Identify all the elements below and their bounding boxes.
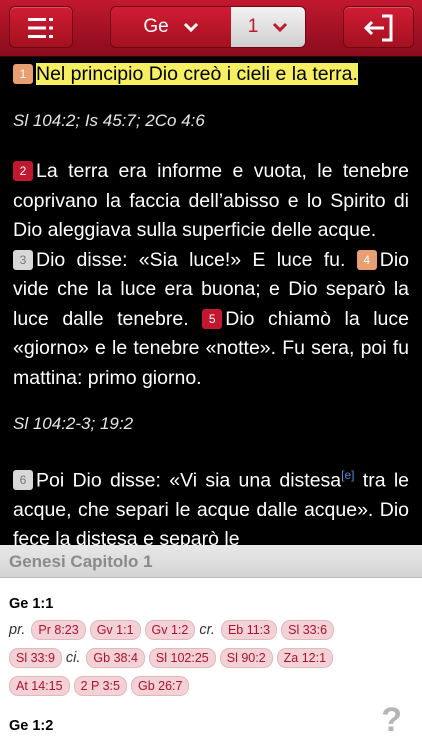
reference-chip[interactable]: Sl 33:6 [281, 620, 335, 640]
verse-1[interactable]: 1 Nel principio Dio creò i cieli e la ter… [13, 60, 409, 90]
cross-reference[interactable]: Sl 104:2-3; 19:2 [13, 409, 409, 439]
verse-text-highlighted: Nel principio Dio creò i cieli e la terr… [36, 63, 358, 85]
chapter-select[interactable]: 1 [231, 7, 305, 47]
verse-number[interactable]: 4 [356, 249, 377, 270]
top-toolbar: Ge 1 [0, 0, 422, 57]
book-select[interactable]: Ge [111, 7, 231, 47]
reference-chip[interactable]: Gv 1:1 [89, 620, 141, 640]
section-heading: Ge 1:1 [9, 596, 54, 612]
reference-chip[interactable]: Sl 102:25 [148, 648, 216, 668]
reference-chip[interactable]: Pr 8:23 [31, 620, 86, 640]
list-menu-icon [28, 18, 53, 38]
ref-type-label: cr. [199, 622, 215, 638]
footnote-link[interactable]: [e] [341, 468, 354, 482]
cross-reference[interactable]: Sl 104:2; Is 45:7; 2Co 4:6 [13, 106, 409, 136]
reference-chip[interactable]: 2 P 3:5 [73, 676, 127, 696]
verse-number[interactable]: 6 [13, 470, 33, 490]
verse-text: Poi Dio disse: «Vi sia una distesa [36, 469, 342, 491]
verse-text: La terra era informe e vuota, le tenebre… [13, 160, 409, 241]
cross-reference-panel: Genesi Capitolo 1 Ge 1:1 pr. Pr 8:23 Gv … [0, 545, 422, 750]
menu-button[interactable] [9, 6, 73, 48]
reference-row: pr. Pr 8:23 Gv 1:1 Gv 1:2 cr. Eb 11:3 Sl… [0, 616, 422, 644]
reference-chip[interactable]: Za 12:1 [276, 648, 334, 668]
bible-text[interactable]: 1 Nel principio Dio creò i cieli e la ter… [0, 57, 422, 545]
verse-number[interactable]: 3 [13, 249, 33, 270]
ref-type-label: ci. [65, 650, 81, 666]
verse-number[interactable]: 5 [202, 308, 223, 329]
verses-3-5[interactable]: 3 Dio disse: «Sia luce!» E luce fu. 4 Dio … [13, 246, 409, 394]
reference-chip[interactable]: Sl 90:2 [219, 648, 273, 668]
exit-icon [363, 14, 393, 42]
section-heading: Ge 1:2 [9, 718, 54, 734]
chevron-down-icon [273, 22, 288, 33]
chevron-down-icon [183, 22, 198, 33]
exit-button[interactable] [343, 6, 414, 48]
verse-6[interactable]: 6 Poi Dio disse: «Vi sia una distesa[e] t… [13, 461, 409, 545]
reference-chip[interactable]: Sl 33:9 [9, 648, 62, 668]
reference-chip[interactable]: Eb 11:3 [220, 620, 278, 640]
verse-text: Dio disse: «Sia luce!» E luce fu. [36, 248, 346, 271]
reference-chip[interactable]: Gb 26:7 [130, 676, 190, 696]
verse-number[interactable]: 2 [13, 161, 33, 181]
reference-row: At 14:15 2 P 3:5 Gb 26:7 [0, 672, 422, 700]
reference-row: Sl 33:9 ci. Gb 38:4 Sl 102:25 Sl 90:2 Za… [0, 644, 422, 672]
reference-chip[interactable]: Gv 1:2 [144, 620, 196, 640]
help-icon[interactable]: ? [381, 701, 402, 740]
ref-type-label: pr. [9, 622, 26, 638]
verse-number[interactable]: 1 [13, 64, 33, 84]
verse-2[interactable]: 2 La terra era informe e vuota, le tenebr… [13, 157, 409, 246]
reference-chip[interactable]: Gb 38:4 [86, 648, 145, 668]
reference-chip[interactable]: At 14:15 [9, 676, 70, 696]
book-label: Ge [143, 16, 169, 37]
book-chapter-selector: Ge 1 [110, 6, 306, 48]
panel-title: Genesi Capitolo 1 [0, 545, 422, 578]
chapter-label: 1 [247, 16, 259, 37]
